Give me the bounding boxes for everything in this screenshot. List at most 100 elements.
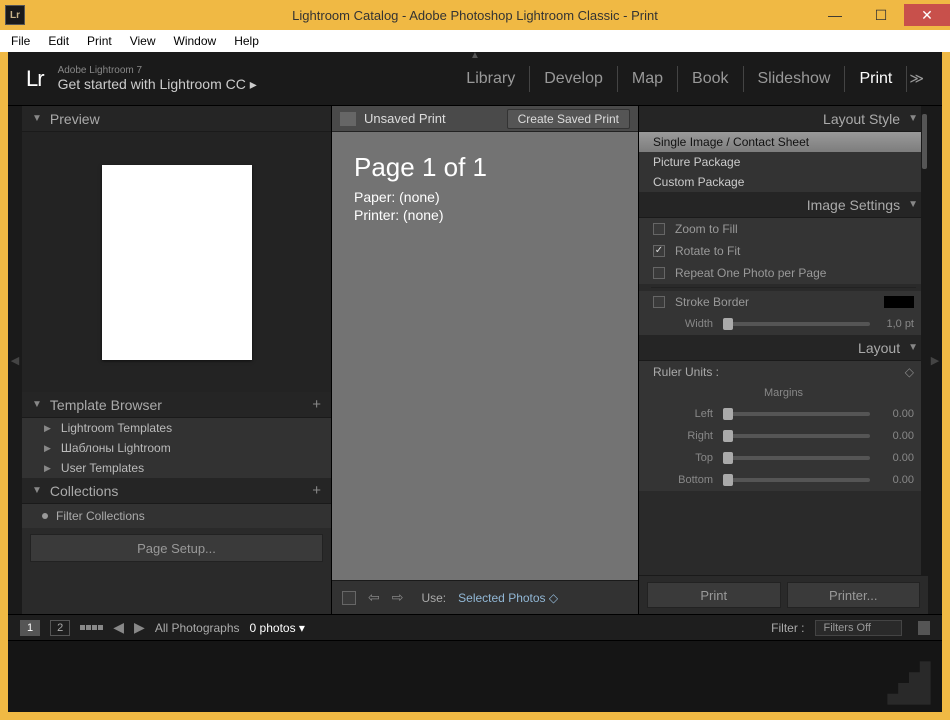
margin-top-slider[interactable]: [723, 456, 870, 460]
scrollbar-thumb[interactable]: [922, 114, 927, 169]
ruler-units-row[interactable]: Ruler Units : ◇: [639, 361, 928, 383]
margin-top-value[interactable]: 0.00: [880, 452, 914, 464]
layout-style-title: Layout Style: [823, 111, 900, 127]
filter-collections-input[interactable]: Filter Collections: [22, 504, 331, 528]
nav-forward-button[interactable]: ▶: [134, 619, 145, 636]
rotate-to-fit-row[interactable]: Rotate to Fit: [639, 240, 928, 262]
nav-back-button[interactable]: ◀: [113, 619, 124, 636]
select-all-checkbox[interactable]: [342, 591, 356, 605]
left-panel-toggle[interactable]: ◀: [8, 106, 22, 614]
template-folder[interactable]: ▶ Lightroom Templates: [22, 418, 331, 438]
add-collection-button[interactable]: +: [312, 482, 321, 499]
print-button[interactable]: Print: [647, 582, 781, 608]
layout-header[interactable]: Layout ▼: [639, 335, 928, 361]
style-custom-package[interactable]: Custom Package: [639, 172, 928, 192]
filter-lock-icon[interactable]: [918, 621, 930, 635]
margin-bottom-value[interactable]: 0.00: [880, 474, 914, 486]
margin-left-value[interactable]: 0.00: [880, 408, 914, 420]
maximize-button[interactable]: ☐: [858, 4, 904, 26]
grid-icon[interactable]: [80, 625, 103, 630]
next-page-button[interactable]: ⇨: [392, 589, 404, 606]
preview-header[interactable]: ▼ Preview: [22, 106, 331, 132]
print-canvas[interactable]: Page 1 of 1 Paper: (none) Printer: (none…: [332, 132, 638, 580]
module-book[interactable]: Book: [678, 66, 743, 92]
slider-thumb[interactable]: [723, 318, 733, 330]
layout-title: Layout: [858, 340, 900, 356]
secondary-window-button[interactable]: 2: [50, 620, 70, 636]
search-icon: [42, 513, 48, 519]
module-print[interactable]: Print: [845, 66, 907, 92]
menu-help[interactable]: Help: [226, 32, 267, 50]
photo-count[interactable]: 0 photos ▾: [250, 621, 305, 635]
chevron-down-icon: ▼: [32, 113, 42, 124]
slider-thumb[interactable]: [723, 408, 733, 420]
module-more-icon[interactable]: ≫: [907, 70, 924, 87]
right-panel-toggle[interactable]: ▶: [928, 106, 942, 614]
template-list: ▶Lightroom Templates ▶Шаблоны Lightroom …: [22, 418, 331, 478]
slider-thumb[interactable]: [723, 452, 733, 464]
scrollbar-track[interactable]: [921, 106, 928, 575]
zoom-to-fill-row[interactable]: Zoom to Fill: [639, 218, 928, 240]
divider: [651, 287, 916, 288]
width-value[interactable]: 1,0 pt: [880, 318, 914, 330]
use-select[interactable]: Selected Photos ◇: [458, 591, 558, 605]
filmstrip[interactable]: [8, 640, 942, 712]
width-label: Width: [653, 318, 713, 330]
template-folder[interactable]: ▶User Templates: [22, 458, 331, 478]
margin-top-row: Top0.00: [639, 447, 928, 469]
checkbox[interactable]: [653, 296, 665, 308]
slider-thumb[interactable]: [723, 430, 733, 442]
image-settings-header[interactable]: Image Settings ▼: [639, 192, 928, 218]
filter-select[interactable]: Filters Off: [815, 620, 902, 636]
module-slideshow[interactable]: Slideshow: [744, 66, 846, 92]
repeat-photo-row[interactable]: Repeat One Photo per Page: [639, 262, 928, 284]
checkbox[interactable]: [653, 267, 665, 279]
menu-print[interactable]: Print: [79, 32, 120, 50]
add-template-button[interactable]: +: [312, 396, 321, 413]
page-setup-button[interactable]: Page Setup...: [30, 534, 323, 562]
paper-info: Paper: (none): [354, 189, 616, 205]
minimize-button[interactable]: —: [812, 4, 858, 26]
slider-thumb[interactable]: [723, 474, 733, 486]
stroke-border-row[interactable]: Stroke Border: [639, 291, 928, 313]
close-button[interactable]: ✕: [904, 4, 950, 26]
collapse-top-icon[interactable]: ▲: [470, 50, 480, 61]
checkbox[interactable]: [653, 223, 665, 235]
create-saved-print-button[interactable]: Create Saved Print: [507, 109, 630, 129]
template-folder[interactable]: ▶Шаблоны Lightroom: [22, 438, 331, 458]
stroke-color-swatch[interactable]: [884, 296, 914, 308]
chevron-right-icon: ▶: [44, 463, 51, 474]
checkbox[interactable]: [653, 245, 665, 257]
source-label[interactable]: All Photographs: [155, 621, 240, 635]
margin-right-value[interactable]: 0.00: [880, 430, 914, 442]
identity-small: Adobe Lightroom 7: [58, 65, 257, 76]
module-library[interactable]: Library: [452, 66, 530, 92]
style-single-image[interactable]: Single Image / Contact Sheet: [639, 132, 928, 152]
identity-plate[interactable]: Adobe Lightroom 7 Get started with Light…: [58, 65, 257, 93]
collections-title: Collections: [50, 483, 118, 499]
printer-button[interactable]: Printer...: [787, 582, 921, 608]
layout-style-header[interactable]: Layout Style ▼: [639, 106, 928, 132]
ruler-units-value-icon[interactable]: ◇: [905, 365, 914, 379]
module-map[interactable]: Map: [618, 66, 678, 92]
width-slider[interactable]: [723, 322, 870, 326]
margin-bottom-slider[interactable]: [723, 478, 870, 482]
margin-right-slider[interactable]: [723, 434, 870, 438]
menu-window[interactable]: Window: [166, 32, 225, 50]
template-header[interactable]: ▼ Template Browser +: [22, 392, 331, 418]
menu-edit[interactable]: Edit: [40, 32, 77, 50]
margin-right-label: Right: [653, 430, 713, 442]
template-label: Lightroom Templates: [61, 421, 172, 435]
menu-view[interactable]: View: [122, 32, 164, 50]
menu-file[interactable]: File: [3, 32, 38, 50]
prev-page-button[interactable]: ⇦: [368, 589, 380, 606]
module-picker: Library Develop Map Book Slideshow Print…: [452, 66, 924, 92]
margin-left-slider[interactable]: [723, 412, 870, 416]
preview-page: [102, 165, 252, 360]
lr-logo: Lr: [26, 66, 44, 92]
collections-header[interactable]: ▼ Collections +: [22, 478, 331, 504]
main-window-button[interactable]: 1: [20, 620, 40, 636]
module-develop[interactable]: Develop: [530, 66, 618, 92]
chevron-right-icon: ▶: [44, 423, 51, 434]
style-picture-package[interactable]: Picture Package: [639, 152, 928, 172]
